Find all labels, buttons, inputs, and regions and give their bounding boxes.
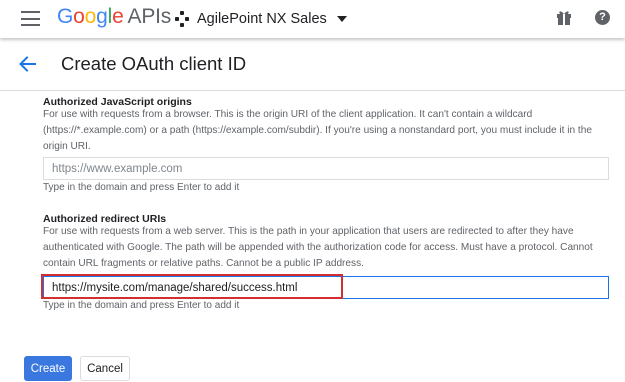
google-apis-logo[interactable]: Google APIs: [57, 5, 171, 29]
caret-down-icon: [336, 16, 347, 22]
js-origins-description: For use with requests from a browser. Th…: [43, 109, 592, 152]
redirect-uris-field[interactable]: [43, 276, 609, 299]
redirect-uris-description: For use with requests from a web server.…: [43, 226, 593, 269]
project-icon: [175, 11, 189, 27]
create-button[interactable]: Create: [24, 356, 72, 381]
project-selector[interactable]: AgilePoint NX Sales: [175, 8, 347, 30]
js-origins-input[interactable]: [44, 158, 608, 179]
page-title: Create OAuth client ID: [61, 53, 247, 74]
gift-icon[interactable]: [557, 10, 571, 25]
redirect-uri-input[interactable]: [44, 277, 608, 298]
arrow-back-icon[interactable]: [18, 56, 36, 72]
js-origins-field[interactable]: [43, 157, 609, 180]
cancel-button[interactable]: Cancel: [80, 356, 130, 381]
top-app-bar: Google APIs AgilePoint NX Sales ?: [0, 0, 625, 38]
help-icon[interactable]: ?: [595, 10, 610, 25]
page-header: Create OAuth client ID: [0, 39, 625, 91]
menu-icon[interactable]: [21, 11, 40, 26]
project-name: AgilePoint NX Sales: [197, 11, 327, 27]
js-origins-hint: Type in the domain and press Enter to ad…: [43, 182, 240, 193]
redirect-uris-hint: Type in the domain and press Enter to ad…: [43, 300, 240, 311]
